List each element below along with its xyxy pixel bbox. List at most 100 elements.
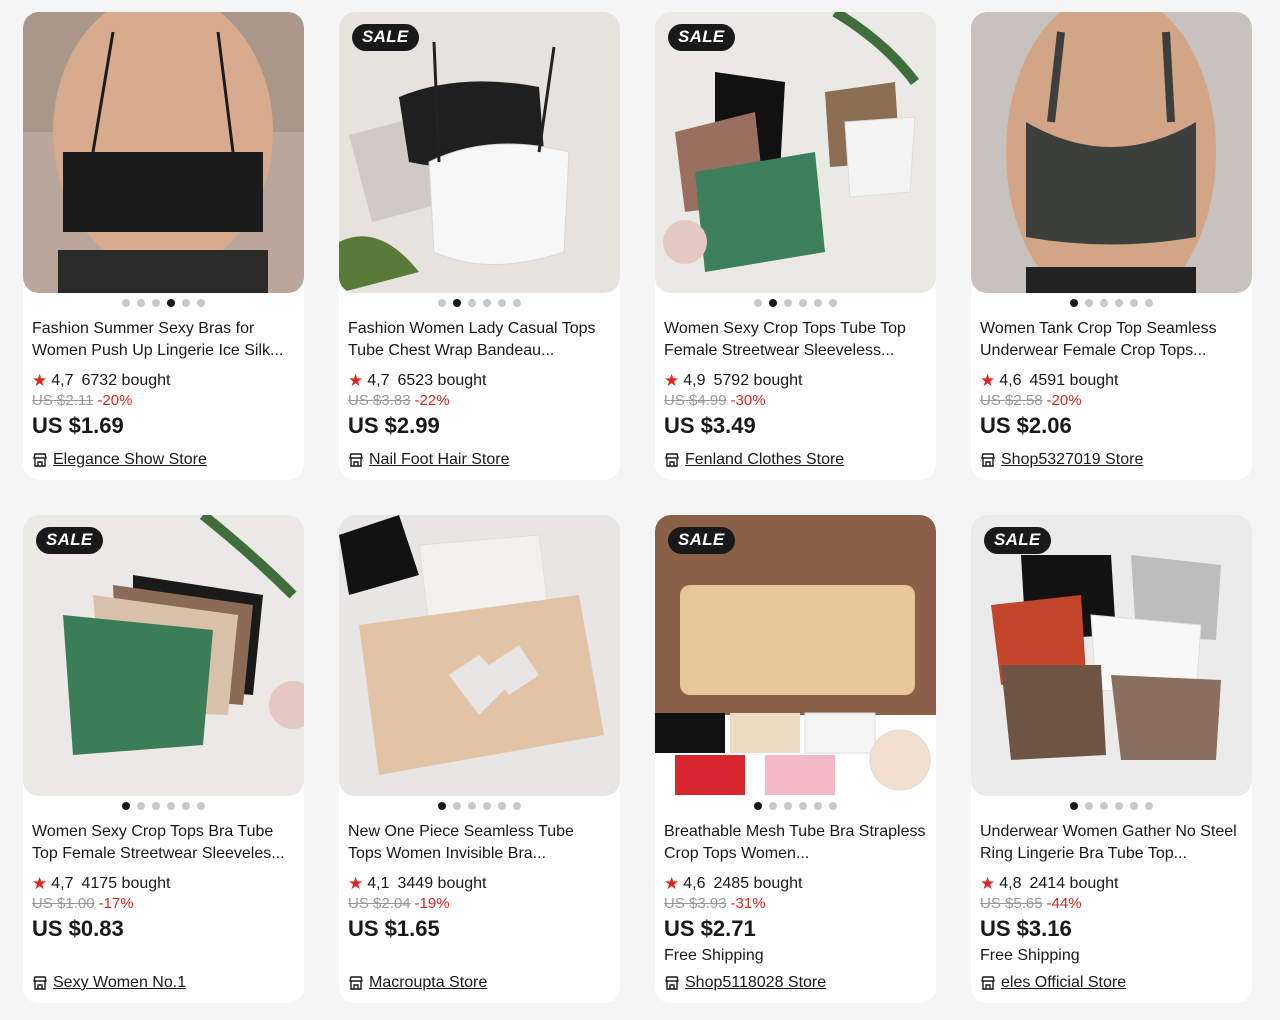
carousel-dot[interactable]	[754, 299, 762, 307]
carousel-dot[interactable]	[1085, 802, 1093, 810]
shipping-info: Free Shipping	[664, 947, 764, 964]
product-card[interactable]: SALE Underwear Women Gather No Steel Rin…	[971, 515, 1252, 1003]
image-carousel-dots[interactable]	[339, 802, 620, 810]
carousel-dot[interactable]	[152, 802, 160, 810]
product-title[interactable]: Women Sexy Crop Tops Tube Top Female Str…	[664, 318, 927, 362]
carousel-dot[interactable]	[1145, 299, 1153, 307]
carousel-dot[interactable]	[182, 802, 190, 810]
carousel-dot[interactable]	[769, 802, 777, 810]
store-name[interactable]: Sexy Women No.1	[53, 973, 186, 993]
carousel-dot[interactable]	[1100, 802, 1108, 810]
carousel-dot[interactable]	[483, 299, 491, 307]
carousel-dot[interactable]	[468, 802, 476, 810]
product-title[interactable]: Women Sexy Crop Tops Bra Tube Top Female…	[32, 821, 295, 865]
product-card[interactable]: SALE Breathable Mesh Tube Bra Strapless …	[655, 515, 936, 1003]
carousel-dot[interactable]	[182, 299, 190, 307]
carousel-dot[interactable]	[498, 802, 506, 810]
store-link[interactable]: Shop5327019 Store	[980, 450, 1143, 470]
discount-badge: -19%	[414, 895, 450, 912]
carousel-dot[interactable]	[1070, 299, 1078, 307]
product-card[interactable]: SALE Women Sexy Crop Tops Bra Tube Top F…	[23, 515, 304, 1003]
carousel-dot[interactable]	[167, 802, 175, 810]
product-card[interactable]: Women Tank Crop Top Seamless Underwear F…	[971, 12, 1252, 480]
carousel-dot[interactable]	[197, 802, 205, 810]
product-title[interactable]: Fashion Women Lady Casual Tops Tube Ches…	[348, 318, 611, 362]
carousel-dot[interactable]	[784, 299, 792, 307]
carousel-dot[interactable]	[122, 802, 130, 810]
carousel-dot[interactable]	[453, 299, 461, 307]
product-card[interactable]: SALE Women Sexy Crop Tops Tube Top Femal…	[655, 12, 936, 480]
carousel-dot[interactable]	[453, 802, 461, 810]
carousel-dot[interactable]	[799, 299, 807, 307]
star-icon: ★	[32, 371, 48, 390]
product-title[interactable]: New One Piece Seamless Tube Tops Women I…	[348, 821, 611, 865]
carousel-dot[interactable]	[799, 802, 807, 810]
carousel-dot[interactable]	[1145, 802, 1153, 810]
store-name[interactable]: Shop5327019 Store	[1001, 450, 1143, 470]
carousel-dot[interactable]	[1070, 802, 1078, 810]
carousel-dot[interactable]	[829, 299, 837, 307]
product-image[interactable]: SALE	[339, 12, 620, 293]
product-title[interactable]: Breathable Mesh Tube Bra Strapless Crop …	[664, 821, 927, 865]
image-carousel-dots[interactable]	[23, 299, 304, 307]
carousel-dot[interactable]	[438, 802, 446, 810]
store-name[interactable]: eles Official Store	[1001, 973, 1126, 993]
carousel-dot[interactable]	[769, 299, 777, 307]
product-image[interactable]: SALE	[655, 515, 936, 796]
store-name[interactable]: Nail Foot Hair Store	[369, 450, 510, 470]
store-link[interactable]: Nail Foot Hair Store	[348, 450, 510, 470]
product-title[interactable]: Fashion Summer Sexy Bras for Women Push …	[32, 318, 295, 362]
store-name[interactable]: Macroupta Store	[369, 973, 487, 993]
carousel-dot[interactable]	[498, 299, 506, 307]
carousel-dot[interactable]	[137, 299, 145, 307]
store-link[interactable]: Sexy Women No.1	[32, 973, 186, 993]
image-carousel-dots[interactable]	[339, 299, 620, 307]
image-carousel-dots[interactable]	[971, 299, 1252, 307]
store-link[interactable]: Shop5118028 Store	[664, 973, 826, 993]
carousel-dot[interactable]	[1130, 299, 1138, 307]
image-carousel-dots[interactable]	[655, 299, 936, 307]
carousel-dot[interactable]	[197, 299, 205, 307]
store-name[interactable]: Shop5118028 Store	[685, 973, 826, 993]
product-card[interactable]: SALE Fashion Women Lady Casual Tops Tube…	[339, 12, 620, 480]
carousel-dot[interactable]	[1100, 299, 1108, 307]
store-link[interactable]: Elegance Show Store	[32, 450, 207, 470]
carousel-dot[interactable]	[814, 802, 822, 810]
carousel-dot[interactable]	[122, 299, 130, 307]
product-image[interactable]: SALE	[655, 12, 936, 293]
store-name[interactable]: Elegance Show Store	[53, 450, 207, 470]
carousel-dot[interactable]	[1085, 299, 1093, 307]
carousel-dot[interactable]	[513, 299, 521, 307]
store-link[interactable]: eles Official Store	[980, 973, 1126, 993]
carousel-dot[interactable]	[814, 299, 822, 307]
carousel-dot[interactable]	[754, 802, 762, 810]
product-card[interactable]: Fashion Summer Sexy Bras for Women Push …	[23, 12, 304, 480]
product-title[interactable]: Women Tank Crop Top Seamless Underwear F…	[980, 318, 1243, 362]
carousel-dot[interactable]	[152, 299, 160, 307]
product-image[interactable]	[23, 12, 304, 293]
carousel-dot[interactable]	[468, 299, 476, 307]
product-image[interactable]: SALE	[23, 515, 304, 796]
store-name[interactable]: Fenland Clothes Store	[685, 450, 844, 470]
carousel-dot[interactable]	[167, 299, 175, 307]
carousel-dot[interactable]	[438, 299, 446, 307]
carousel-dot[interactable]	[513, 802, 521, 810]
carousel-dot[interactable]	[1115, 802, 1123, 810]
store-icon	[33, 453, 47, 467]
store-link[interactable]: Macroupta Store	[348, 973, 487, 993]
store-link[interactable]: Fenland Clothes Store	[664, 450, 844, 470]
product-title[interactable]: Underwear Women Gather No Steel Ring Lin…	[980, 821, 1243, 865]
product-card[interactable]: New One Piece Seamless Tube Tops Women I…	[339, 515, 620, 1003]
product-image[interactable]: SALE	[971, 515, 1252, 796]
product-image[interactable]	[339, 515, 620, 796]
image-carousel-dots[interactable]	[23, 802, 304, 810]
carousel-dot[interactable]	[1130, 802, 1138, 810]
image-carousel-dots[interactable]	[971, 802, 1252, 810]
carousel-dot[interactable]	[829, 802, 837, 810]
carousel-dot[interactable]	[784, 802, 792, 810]
carousel-dot[interactable]	[483, 802, 491, 810]
carousel-dot[interactable]	[1115, 299, 1123, 307]
product-image[interactable]	[971, 12, 1252, 293]
carousel-dot[interactable]	[137, 802, 145, 810]
image-carousel-dots[interactable]	[655, 802, 936, 810]
